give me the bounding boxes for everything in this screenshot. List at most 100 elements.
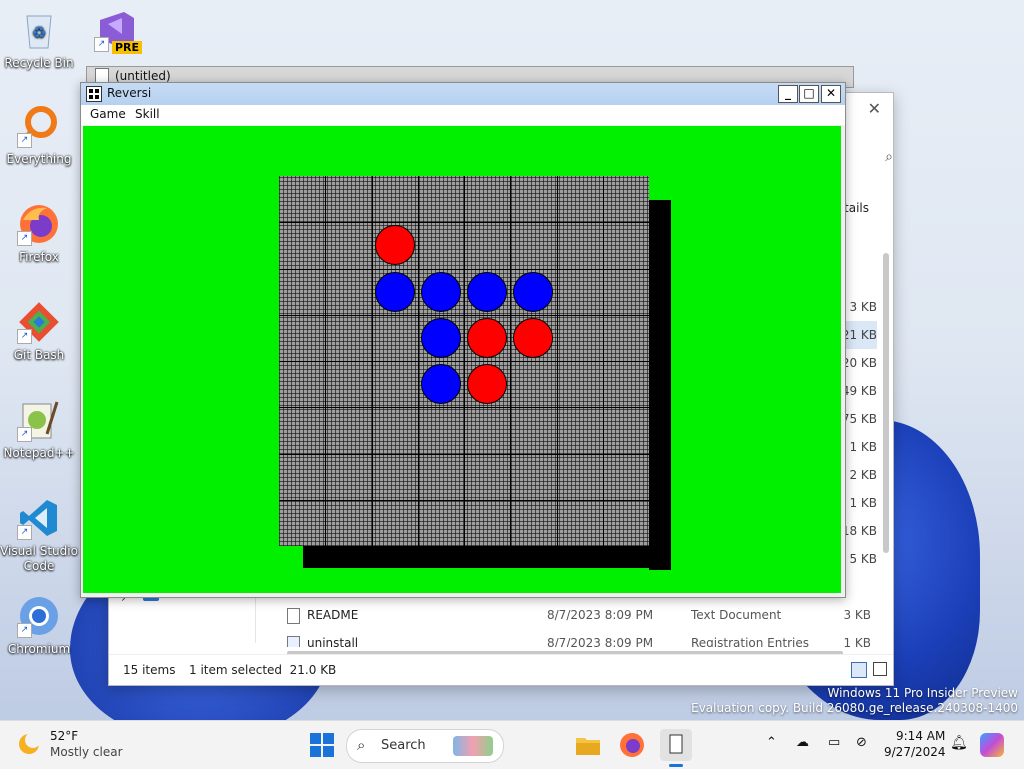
chromium-icon: ↗ xyxy=(17,594,61,638)
watermark-build: Evaluation copy. Build 26080.ge_release.… xyxy=(691,701,1018,715)
tray-overflow-chevron-icon[interactable]: ⌃ xyxy=(766,735,777,750)
desktop-icon-label: Chromium xyxy=(7,642,71,656)
reversi-playfield xyxy=(83,126,841,593)
file-name: README xyxy=(307,608,359,622)
blue-piece xyxy=(421,318,461,358)
file-type: Registration Entries xyxy=(691,636,809,647)
untitled-window-title: (untitled) xyxy=(115,69,171,83)
red-piece xyxy=(467,364,507,404)
red-piece xyxy=(513,318,553,358)
close-button[interactable]: ✕ xyxy=(821,85,841,103)
board-gridline xyxy=(279,454,649,455)
git-bash-icon: ↗ xyxy=(17,300,61,344)
shortcut-arrow-icon: ↗ xyxy=(17,329,32,344)
menu-skill[interactable]: Skill xyxy=(135,107,160,121)
reversi-menubar: Game Skill xyxy=(81,105,845,125)
shortcut-arrow-icon: ↗ xyxy=(17,623,32,638)
menu-game[interactable]: Game xyxy=(90,107,126,121)
desktop-icon-git-bash[interactable]: ↗ Git Bash xyxy=(0,300,78,363)
desktop-icon-label: Visual Studio Code xyxy=(0,544,78,573)
shortcut-arrow-icon: ↗ xyxy=(17,133,32,148)
display-icon[interactable]: ▭ xyxy=(828,735,840,750)
vscode-icon: ↗ xyxy=(17,496,61,540)
notepadpp-icon: ↗ xyxy=(17,398,61,442)
blue-piece xyxy=(375,272,415,312)
desktop-icon-label: Everything xyxy=(6,152,72,166)
board-gridline xyxy=(510,176,511,546)
red-piece xyxy=(467,318,507,358)
reversi-board[interactable] xyxy=(279,176,649,546)
table-row[interactable]: README 8/7/2023 8:09 PM Text Document 3 … xyxy=(287,601,877,629)
file-type: Text Document xyxy=(691,608,782,622)
desktop-icon-everything[interactable]: ↗ Everything xyxy=(0,104,78,167)
taskbar: 52°F Mostly clear ⌕ Search ⌃ ☁ ▭ ⊘ 9:14 … xyxy=(0,720,1024,769)
search-icon: ⌕ xyxy=(357,736,366,754)
file-date: 8/7/2023 8:09 PM xyxy=(547,636,654,647)
reversi-window[interactable]: Reversi _ □ ✕ Game Skill xyxy=(80,82,846,598)
copilot-icon[interactable] xyxy=(980,733,1004,757)
status-item-count: 15 items xyxy=(123,663,176,677)
file-date: 8/7/2023 8:09 PM xyxy=(547,608,654,622)
preview-badge: PRE xyxy=(111,41,142,54)
reversi-title: Reversi xyxy=(107,86,152,100)
board-gridline xyxy=(603,176,604,546)
watermark-edition: Windows 11 Pro Insider Preview xyxy=(827,686,1018,700)
blue-piece xyxy=(467,272,507,312)
firefox-taskbar-icon[interactable] xyxy=(616,729,648,761)
desktop-icon-label: Recycle Bin xyxy=(4,56,74,70)
active-indicator xyxy=(669,764,683,767)
file-size: 1 KB xyxy=(843,636,871,647)
reversi-titlebar[interactable]: Reversi _ □ ✕ xyxy=(81,83,845,106)
cloud-offline-icon[interactable]: ☁ xyxy=(796,735,809,750)
vertical-scrollbar[interactable] xyxy=(883,253,889,553)
blue-piece xyxy=(513,272,553,312)
clock-time[interactable]: 9:14 AM xyxy=(896,729,945,743)
visual-studio-icon: PRE ↗ xyxy=(94,8,142,54)
tiles-view-icon[interactable] xyxy=(873,662,887,676)
everything-search-icon: ↗ xyxy=(17,104,61,148)
shortcut-arrow-icon: ↗ xyxy=(17,231,32,246)
svg-text:♻: ♻ xyxy=(32,23,46,42)
file-explorer-taskbar-icon[interactable] xyxy=(572,729,604,761)
search-icon: ⌕ xyxy=(885,149,893,165)
weather-moon-icon xyxy=(16,731,42,757)
search-highlight-icon xyxy=(453,736,493,756)
weather-temp[interactable]: 52°F xyxy=(50,729,78,743)
board-shadow xyxy=(303,546,671,568)
text-file-icon xyxy=(287,608,300,624)
board-gridline xyxy=(279,500,649,501)
shortcut-arrow-icon: ↗ xyxy=(94,37,109,52)
blue-piece xyxy=(421,272,461,312)
status-selection: 1 item selected 21.0 KB xyxy=(189,663,337,677)
firefox-icon: ↗ xyxy=(17,202,61,246)
weather-desc[interactable]: Mostly clear xyxy=(50,745,123,759)
desktop-icon-notepadpp[interactable]: ↗ Notepad++ xyxy=(0,398,78,461)
taskbar-search[interactable]: ⌕ Search xyxy=(346,729,504,763)
notification-bell-icon[interactable]: 🔔︎ xyxy=(950,735,968,751)
blue-piece xyxy=(421,364,461,404)
recycle-bin-icon: ♻ xyxy=(17,8,61,52)
table-row[interactable]: uninstall 8/7/2023 8:09 PM Registration … xyxy=(287,629,877,647)
desktop-icon-label: Firefox xyxy=(19,250,59,264)
shortcut-arrow-icon: ↗ xyxy=(17,525,32,540)
clock-date[interactable]: 9/27/2024 xyxy=(884,745,946,759)
explorer-close-button[interactable]: ✕ xyxy=(868,99,881,118)
start-button[interactable] xyxy=(306,729,338,761)
desktop-icon-visual-studio-preview[interactable]: PRE ↗ xyxy=(78,8,154,56)
desktop-icon-label: Notepad++ xyxy=(3,446,75,460)
red-piece xyxy=(375,225,415,265)
desktop-icon-firefox[interactable]: ↗ Firefox xyxy=(0,202,78,265)
minimize-button[interactable]: _ xyxy=(778,85,798,103)
file-name: uninstall xyxy=(307,636,359,647)
desktop-icon-label: Git Bash xyxy=(13,348,65,362)
maximize-button[interactable]: □ xyxy=(799,85,819,103)
desktop-icon-chromium[interactable]: ↗ Chromium xyxy=(0,594,78,657)
details-view-icon[interactable] xyxy=(851,662,867,678)
desktop-icon-recycle-bin[interactable]: ♻ Recycle Bin xyxy=(0,8,78,71)
reversi-taskbar-icon[interactable] xyxy=(660,729,692,767)
search-placeholder: Search xyxy=(381,738,426,753)
details-button[interactable]: tails xyxy=(844,201,869,215)
desktop-icon-vscode[interactable]: ↗ Visual Studio Code xyxy=(0,496,78,574)
board-shadow xyxy=(649,200,671,570)
network-status-icon[interactable]: ⊘ xyxy=(856,735,867,750)
